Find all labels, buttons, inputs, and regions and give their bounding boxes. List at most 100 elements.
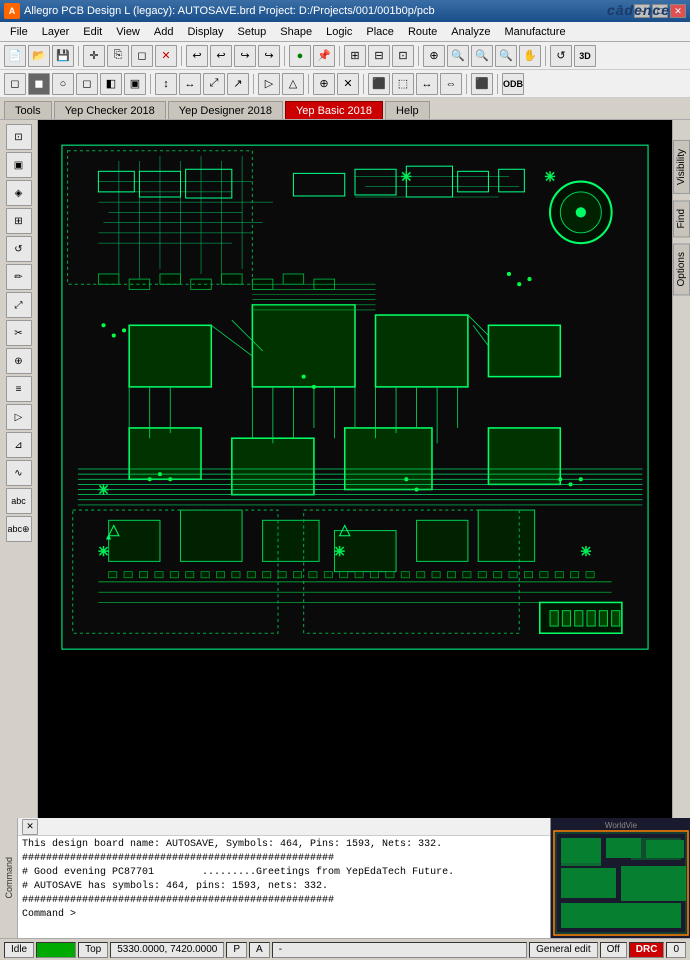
tb2-btn-9[interactable]: ⤢ — [203, 73, 225, 95]
grid2-button[interactable]: ⊟ — [368, 45, 390, 67]
menu-analyze[interactable]: Analyze — [445, 23, 496, 41]
menu-logic[interactable]: Logic — [320, 23, 358, 41]
delete-button[interactable]: ✕ — [155, 45, 177, 67]
tb2-btn-15[interactable]: ⬛ — [368, 73, 390, 95]
tb2-btn-11[interactable]: ▷ — [258, 73, 280, 95]
zoom-in-button[interactable]: 🔍 — [447, 45, 469, 67]
tab-tools[interactable]: Tools — [4, 101, 52, 119]
tab-yep-basic[interactable]: Yep Basic 2018 — [285, 101, 383, 119]
tb2-btn-8[interactable]: ↔ — [179, 73, 201, 95]
svg-text:▲: ▲ — [106, 534, 112, 541]
tb2-btn-19[interactable]: ⬛ — [471, 73, 493, 95]
toolbar-row-1: 📄 📂 💾 ✛ ⎘ ◻ ✕ ↩ ↩ ↪ ↪ ● 📌 ⊞ ⊟ ⊡ ⊕ 🔍 🔍 🔍 … — [0, 42, 690, 70]
save-button[interactable]: 💾 — [52, 45, 74, 67]
separator-3 — [284, 46, 285, 66]
zoom-out-button[interactable]: 🔍 — [471, 45, 493, 67]
sidebar-btn-7[interactable]: ⤢ — [6, 292, 32, 318]
redo2-button[interactable]: ↪ — [258, 45, 280, 67]
menu-layer[interactable]: Layer — [36, 23, 76, 41]
highlight-button[interactable]: ◻ — [131, 45, 153, 67]
sep2-4 — [363, 74, 364, 94]
tab-help[interactable]: Help — [385, 101, 430, 119]
find-tab[interactable]: Find — [673, 200, 690, 237]
tb2-btn-4[interactable]: ◻ — [76, 73, 98, 95]
run-button[interactable]: ● — [289, 45, 311, 67]
undo2-button[interactable]: ↩ — [210, 45, 232, 67]
pcb-canvas-area[interactable]: ▲ — [38, 120, 672, 818]
sidebar-btn-9[interactable]: ⊕ — [6, 348, 32, 374]
new-button[interactable]: 📄 — [4, 45, 26, 67]
menu-manufacture[interactable]: Manufacture — [498, 23, 571, 41]
cadence-logo: cādence — [607, 2, 670, 18]
right-panel: Visibility Find Options — [672, 120, 690, 818]
drc-off-status: Off — [600, 942, 627, 958]
tb2-btn-13[interactable]: ⊕ — [313, 73, 335, 95]
menu-add[interactable]: Add — [148, 23, 180, 41]
tb2-btn-14[interactable]: ✕ — [337, 73, 359, 95]
copy-button[interactable]: ⎘ — [107, 45, 129, 67]
menu-shape[interactable]: Shape — [274, 23, 318, 41]
menu-file[interactable]: File — [4, 23, 34, 41]
menu-setup[interactable]: Setup — [232, 23, 273, 41]
menu-bar: File Layer Edit View Add Display Setup S… — [0, 22, 690, 42]
tab-yep-checker[interactable]: Yep Checker 2018 — [54, 101, 166, 119]
close-button[interactable]: ✕ — [670, 4, 686, 18]
sidebar-btn-5[interactable]: ↺ — [6, 236, 32, 262]
tb2-btn-1[interactable]: ◻ — [4, 73, 26, 95]
sidebar-btn-11[interactable]: ▷ — [6, 404, 32, 430]
3d-button[interactable]: 3D — [574, 45, 596, 67]
tb2-btn-16[interactable]: ⬚ — [392, 73, 414, 95]
sidebar-btn-3[interactable]: ◈ — [6, 180, 32, 206]
sidebar-btn-4[interactable]: ⊞ — [6, 208, 32, 234]
sidebar-btn-8[interactable]: ✂ — [6, 320, 32, 346]
left-sidebar: ⊡ ▣ ◈ ⊞ ↺ ✏ ⤢ ✂ ⊕ ≡ ▷ ⊿ ∿ abc abc⊕ — [0, 120, 38, 818]
snap-button[interactable]: ✛ — [83, 45, 105, 67]
console-side-text: Command — [4, 857, 14, 899]
sidebar-btn-12[interactable]: ⊿ — [6, 432, 32, 458]
redo-button[interactable]: ↪ — [234, 45, 256, 67]
console-close-btn[interactable]: ✕ — [22, 819, 38, 835]
title-bar-left: A Allegro PCB Design L (legacy): AUTOSAV… — [4, 3, 435, 19]
tb2-btn-5[interactable]: ◧ — [100, 73, 122, 95]
tb2-btn-20[interactable]: ODB — [502, 73, 524, 95]
undo-button[interactable]: ↩ — [186, 45, 208, 67]
menu-view[interactable]: View — [110, 23, 146, 41]
tb2-btn-2[interactable]: ◼ — [28, 73, 50, 95]
sep2-6 — [497, 74, 498, 94]
status-bar: Idle Top 5330.0000, 7420.0000 P A - Gene… — [0, 938, 690, 960]
visibility-tab[interactable]: Visibility — [673, 140, 690, 194]
sidebar-btn-6[interactable]: ✏ — [6, 264, 32, 290]
sidebar-btn-1[interactable]: ⊡ — [6, 124, 32, 150]
zoom-area-button[interactable]: ⊕ — [423, 45, 445, 67]
open-button[interactable]: 📂 — [28, 45, 50, 67]
grid-button[interactable]: ⊞ — [344, 45, 366, 67]
tb2-btn-10[interactable]: ↗ — [227, 73, 249, 95]
menu-place[interactable]: Place — [360, 23, 400, 41]
unit2-status: A — [249, 942, 270, 958]
pin-button[interactable]: 📌 — [313, 45, 335, 67]
menu-route[interactable]: Route — [402, 23, 443, 41]
sidebar-btn-10[interactable]: ≡ — [6, 376, 32, 402]
refresh-button[interactable]: ↺ — [550, 45, 572, 67]
menu-display[interactable]: Display — [181, 23, 229, 41]
sidebar-btn-13[interactable]: ∿ — [6, 460, 32, 486]
pan-button[interactable]: ✋ — [519, 45, 541, 67]
separator-5 — [418, 46, 419, 66]
zoom-prev-button[interactable]: 🔍 — [495, 45, 517, 67]
sidebar-btn-15[interactable]: abc⊕ — [6, 516, 32, 542]
tab-yep-designer[interactable]: Yep Designer 2018 — [168, 101, 283, 119]
tb2-btn-18[interactable]: ⇔ — [440, 73, 462, 95]
separator-status: - — [272, 942, 527, 958]
sidebar-btn-14[interactable]: abc — [6, 488, 32, 514]
sidebar-btn-2[interactable]: ▣ — [6, 152, 32, 178]
coordinates-status: 5330.0000, 7420.0000 — [110, 942, 224, 958]
tb2-btn-3[interactable]: ○ — [52, 73, 74, 95]
tb2-btn-7[interactable]: ↕ — [155, 73, 177, 95]
tb2-btn-6[interactable]: ▣ — [124, 73, 146, 95]
layer-status: Top — [78, 942, 108, 958]
options-tab[interactable]: Options — [673, 243, 690, 295]
zoom-fit-button[interactable]: ⊡ — [392, 45, 414, 67]
menu-edit[interactable]: Edit — [77, 23, 108, 41]
tb2-btn-12[interactable]: △ — [282, 73, 304, 95]
tb2-btn-17[interactable]: ↔ — [416, 73, 438, 95]
